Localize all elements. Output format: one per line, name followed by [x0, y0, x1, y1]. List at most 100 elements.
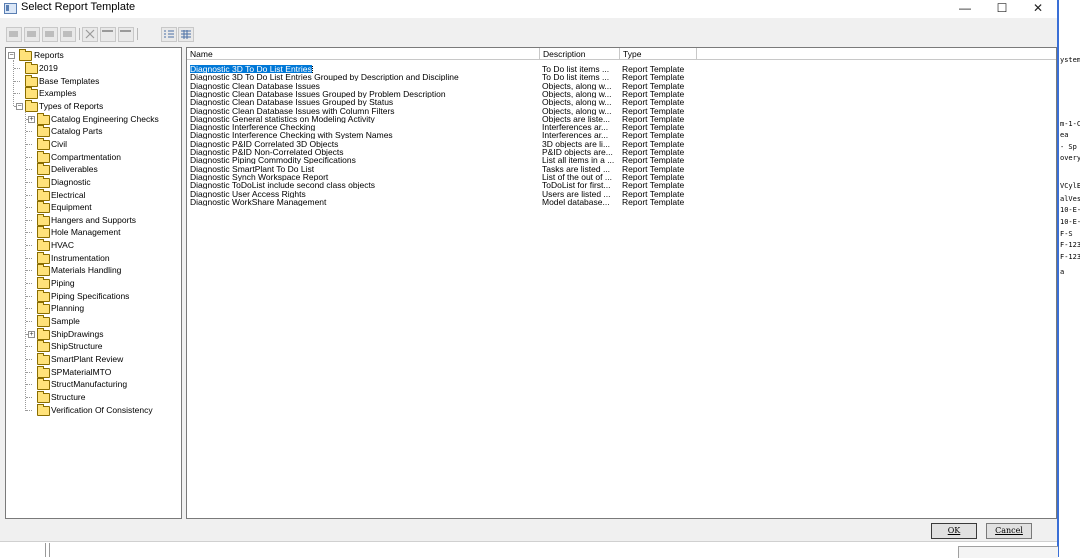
console-line: 10-E- — [1060, 206, 1080, 214]
collapse-icon[interactable]: − — [8, 52, 15, 59]
column-header-type[interactable]: Type — [620, 48, 697, 60]
new-template-icon[interactable] — [24, 27, 40, 42]
list-item[interactable]: Diagnostic WorkShare Management Model dat… — [187, 197, 1056, 206]
template-description: Objects, along w... — [542, 107, 618, 115]
list-item[interactable]: Diagnostic Synch Workspace Report List of… — [187, 172, 1056, 181]
list-item[interactable]: Diagnostic Clean Database Issues Grouped… — [187, 89, 1056, 98]
cell-text: To Do list items ... — [542, 65, 610, 73]
list-item[interactable]: Diagnostic 3D To Do List Entries To Do li… — [187, 65, 1056, 73]
template-description: P&ID objects are... — [542, 148, 618, 156]
list-item[interactable]: Diagnostic Interference Checking with Sy… — [187, 131, 1056, 139]
tree-item-label: Reports — [34, 50, 64, 60]
tree-connector — [26, 295, 32, 297]
cell-text: Diagnostic Clean Database Issues Grouped… — [190, 89, 446, 98]
template-type: Report Template — [622, 173, 696, 181]
cell-text: Diagnostic SmartPlant To Do List — [190, 164, 315, 173]
list-item[interactable]: Diagnostic Clean Database Issues Objects,… — [187, 81, 1056, 90]
tree-item-label: Deliverables — [51, 164, 98, 175]
template-type: Report Template — [622, 190, 696, 198]
template-description: Objects, along w... — [542, 90, 618, 98]
column-header-description[interactable]: Description — [540, 48, 620, 60]
properties-icon[interactable] — [118, 27, 134, 42]
tree-connector — [25, 109, 26, 411]
list-item[interactable]: Diagnostic Interference Checking Interfer… — [187, 123, 1056, 132]
details-view-icon[interactable] — [178, 27, 194, 42]
template-type: Report Template — [622, 65, 696, 73]
cell-text: Interferences ar... — [542, 123, 609, 132]
folder-icon — [25, 74, 38, 87]
cell-text: Diagnostic Piping Commodity Specificatio… — [190, 156, 356, 165]
cell-text: Diagnostic WorkShare Management — [190, 197, 327, 206]
minimize-button[interactable]: — — [949, 0, 981, 18]
tree-item-label: Verification Of Consistency — [51, 404, 153, 415]
copy-template-icon[interactable] — [42, 27, 58, 42]
tree-connector — [26, 207, 32, 209]
report-folder-tree[interactable]: − Reports 2019 Base Templates Examples − Typ… — [5, 47, 182, 519]
tree-connector — [26, 194, 32, 196]
ok-button[interactable]: OK — [931, 523, 977, 539]
tree-item-label: Structure — [51, 391, 86, 402]
maximize-button[interactable]: ☐ — [986, 0, 1018, 18]
tree-connector — [26, 219, 32, 221]
close-icon[interactable] — [82, 27, 98, 42]
divider-handle[interactable] — [45, 543, 50, 557]
close-button[interactable]: ✕ — [1022, 0, 1054, 18]
tree-connector — [26, 409, 32, 411]
bottom-strip — [0, 541, 1057, 558]
cell-text: Report Template — [622, 172, 685, 181]
cell-text: Diagnostic Clean Database Issues Grouped… — [190, 98, 394, 107]
template-description: Tasks are listed ... — [542, 165, 618, 173]
delete-icon[interactable] — [60, 27, 76, 42]
folder-icon — [37, 175, 50, 188]
list-item[interactable]: Diagnostic 3D To Do List Entries Grouped… — [187, 73, 1056, 81]
report-template-list[interactable]: Name Description Type Diagnostic 3D To D… — [186, 47, 1057, 519]
column-header-name[interactable]: Name — [187, 48, 540, 60]
template-type: Report Template — [622, 131, 696, 139]
collapse-icon[interactable]: − — [16, 102, 23, 110]
tree-connector — [26, 396, 32, 398]
tree-connector — [26, 181, 32, 183]
folder-icon — [37, 390, 50, 403]
tree-connector — [26, 245, 32, 247]
list-item[interactable]: Diagnostic User Access Rights Users are l… — [187, 190, 1056, 198]
console-line: F-S — [1060, 230, 1073, 238]
cell-text: List of the out of ... — [542, 172, 612, 181]
tree-item-label: Instrumentation — [51, 252, 110, 263]
cell-text: Report Template — [622, 181, 685, 190]
tree-connector — [14, 68, 20, 69]
list-item[interactable]: Diagnostic Piping Commodity Specificatio… — [187, 156, 1056, 165]
list-item[interactable]: Diagnostic P&ID Correlated 3D Objects 3D … — [187, 139, 1056, 148]
list-item[interactable]: Diagnostic P&ID Non-Correlated Objects P&… — [187, 148, 1056, 156]
list-item[interactable]: Diagnostic Clean Database Issues Grouped… — [187, 98, 1056, 107]
title-bar: Select Report Template — ☐ ✕ — [0, 0, 1057, 18]
expand-icon[interactable]: + — [28, 115, 35, 123]
cell-text: 3D objects are li... — [542, 139, 611, 148]
list-item[interactable]: Diagnostic Clean Database Issues with Co… — [187, 107, 1056, 115]
template-description: Objects, along w... — [542, 82, 618, 90]
tree-item-label: Equipment — [51, 202, 92, 213]
list-item[interactable]: Diagnostic General statistics on Modelin… — [187, 115, 1056, 123]
template-name: Diagnostic P&ID Non-Correlated Objects — [190, 148, 538, 156]
console-line: 10-E- — [1060, 218, 1080, 226]
new-folder-icon[interactable] — [6, 27, 22, 42]
console-line: - Sp — [1060, 143, 1077, 151]
folder-icon — [37, 213, 50, 226]
cell-text: Diagnostic Clean Database Issues — [190, 81, 320, 90]
folder-icon — [37, 239, 50, 252]
cancel-button[interactable]: Cancel — [986, 523, 1032, 539]
list-item[interactable]: Diagnostic SmartPlant To Do List Tasks ar… — [187, 164, 1056, 173]
tree-item-label: Planning — [51, 303, 85, 314]
app-icon — [4, 3, 17, 14]
template-name: Diagnostic Interference Checking with Sy… — [190, 131, 538, 139]
template-type: Report Template — [622, 90, 696, 98]
tree-item-label: StructManufacturing — [51, 379, 128, 390]
expand-icon[interactable]: + — [28, 330, 35, 338]
folder-icon — [19, 49, 32, 61]
template-type: Report Template — [622, 198, 696, 206]
list-view-icon[interactable] — [161, 27, 177, 42]
rename-icon[interactable] — [100, 27, 116, 42]
toolbar — [0, 27, 300, 43]
cell-text: Objects, along w... — [542, 81, 612, 90]
list-item[interactable]: Diagnostic ToDoList include second class… — [187, 181, 1056, 190]
folder-icon — [37, 302, 50, 315]
